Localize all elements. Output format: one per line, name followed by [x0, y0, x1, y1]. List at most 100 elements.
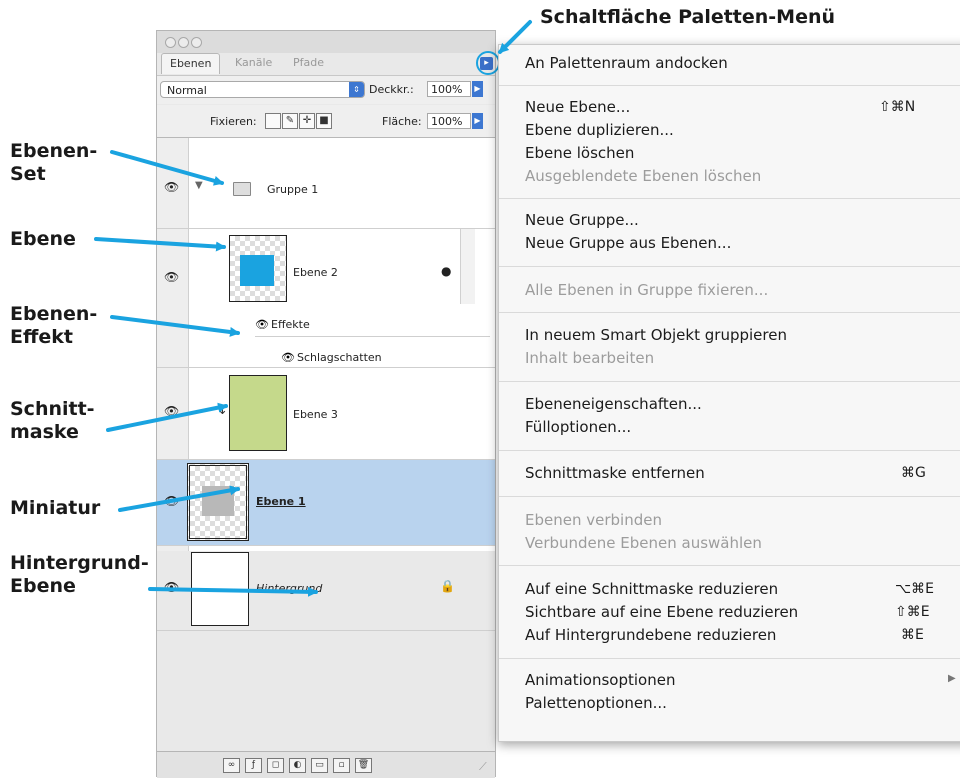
layer-thumbnail-ebene-2 [229, 235, 287, 302]
lock-all-icon[interactable]: ■ [316, 113, 332, 129]
eye-icon[interactable]: 👁 [164, 494, 179, 508]
annotation-layer-set: Ebenen- Set [10, 140, 98, 185]
menu-item-merge-visible[interactable]: Sichtbare auf eine Ebene reduzieren [525, 603, 798, 621]
menu-item-merge-clipping-mask[interactable]: Auf eine Schnittmaske reduzieren [525, 580, 778, 598]
lock-position-move-icon[interactable]: ✛ [299, 113, 315, 129]
folder-icon [233, 182, 251, 196]
menu-item-new-group-from-layers[interactable]: Neue Gruppe aus Ebenen... [525, 234, 731, 252]
fill-arrow-icon[interactable]: ▶ [472, 113, 483, 129]
eye-icon[interactable]: 👁 [164, 270, 179, 284]
close-window-button[interactable] [165, 37, 176, 48]
lock-label: Fixieren: [210, 115, 257, 128]
add-mask-icon[interactable]: ◻ [267, 758, 284, 773]
layer-name-hintergrund: Hintergrund [256, 582, 323, 595]
eye-icon[interactable]: 👁 [255, 318, 269, 331]
tab-ebenen[interactable]: Ebenen [161, 53, 221, 74]
effect-name-schlagschatten: Schlagschatten [297, 351, 382, 364]
adjustment-layer-icon[interactable]: ◐ [289, 758, 306, 773]
chevron-updown-icon: ⇕ [349, 82, 364, 97]
layer-name-gruppe-1: Gruppe 1 [267, 183, 319, 196]
menu-item-blending-options[interactable]: Fülloptionen... [525, 418, 631, 436]
new-layer-icon[interactable]: ▫ [333, 758, 350, 773]
palette-titlebar [157, 31, 495, 53]
opacity-label: Deckkr.: [369, 83, 414, 96]
menu-item-delete-hidden: Ausgeblendete Ebenen löschen [525, 167, 762, 185]
resize-grip-icon[interactable]: ⟋ [479, 760, 487, 774]
menu-item-flatten-image[interactable]: Auf Hintergrundebene reduzieren [525, 626, 776, 644]
fx-effects-icon[interactable]: ● [441, 264, 451, 278]
eye-icon[interactable]: 👁 [281, 351, 295, 364]
eye-icon[interactable]: 👁 [164, 404, 179, 418]
shortcut-merge-clipping-mask: ⌥⌘E [895, 581, 934, 597]
blend-opacity-row: Normal ⇕ Deckkr.: 100% ▶ [157, 75, 495, 104]
shortcut-merge-visible: ⇧⌘E [895, 604, 930, 620]
tab-pfade[interactable]: Pfade [285, 53, 332, 73]
annotation-thumbnail: Miniatur [10, 497, 101, 519]
layer-thumbnail-ebene-1 [187, 463, 249, 541]
layers-palette: Ebenen Kanäle Pfade ▸ Normal ⇕ Deckkr.: … [156, 30, 496, 778]
disclosure-triangle-icon[interactable]: ▼ [195, 180, 203, 191]
menu-item-link-layers: Ebenen verbinden [525, 511, 662, 529]
lock-icon: 🔒 [440, 579, 455, 593]
lock-transparency-icon[interactable] [265, 113, 281, 129]
menu-item-animation-options[interactable]: Animationsoptionen [525, 671, 675, 689]
layer-row-hintergrund[interactable]: 👁 Hintergrund 🔒 [157, 546, 495, 631]
trash-icon[interactable]: 🗑 [355, 758, 372, 773]
menu-item-new-layer[interactable]: Neue Ebene... [525, 98, 630, 116]
menu-item-layer-properties[interactable]: Ebeneneigenschaften... [525, 395, 702, 413]
layer-row-gruppe-1[interactable]: 👁 ▼ Gruppe 1 [157, 138, 495, 229]
link-layers-icon[interactable]: ∞ [223, 758, 240, 773]
palette-menu-highlight-ring [476, 51, 500, 75]
menu-item-delete-layer[interactable]: Ebene löschen [525, 144, 634, 162]
palette-bottom-toolbar: ∞ ƒ ◻ ◐ ▭ ▫ 🗑 ⟋ [157, 751, 495, 778]
menu-item-palette-options[interactable]: Palettenoptionen... [525, 694, 667, 712]
fill-field[interactable]: 100% [427, 113, 471, 129]
gray-square [202, 486, 234, 516]
annotation-layer-effect: Ebenen- Effekt [10, 303, 98, 348]
submenu-arrow-icon: ▶ [948, 673, 956, 684]
layer-row-ebene-3[interactable]: 👁 ↓ Ebene 3 [157, 368, 495, 460]
blend-mode-select[interactable]: Normal ⇕ [160, 81, 365, 98]
annotation-clipping-mask: Schnitt- maske [10, 398, 95, 443]
menu-item-duplicate-layer[interactable]: Ebene duplizieren... [525, 121, 674, 139]
new-group-folder-icon[interactable]: ▭ [311, 758, 328, 773]
tab-kanaele[interactable]: Kanäle [227, 53, 280, 73]
zoom-window-button[interactable] [191, 37, 202, 48]
layer-thumbnail-ebene-3 [229, 375, 287, 451]
opacity-arrow-icon[interactable]: ▶ [472, 81, 483, 97]
minimize-window-button[interactable] [178, 37, 189, 48]
effects-label: Effekte [271, 318, 310, 331]
annotation-background-layer: Hintergrund- Ebene [10, 552, 149, 597]
fill-label: Fläche: [382, 115, 422, 128]
layer-name-ebene-3: Ebene 3 [293, 408, 338, 421]
shortcut-release-clipping-mask: ⌘G [901, 465, 926, 481]
lock-fill-row: Fixieren: ✎ ✛ ■ Fläche: 100% ▶ [157, 105, 495, 138]
layer-row-ebene-1[interactable]: 👁 Ebene 1 [157, 460, 495, 546]
menu-item-lock-all-in-group: Alle Ebenen in Gruppe fixieren... [525, 281, 769, 299]
palette-menu: An Palettenraum andocken Neue Ebene... ⇧… [498, 44, 960, 742]
eye-icon[interactable]: 👁 [164, 180, 179, 194]
layer-row-ebene-2[interactable]: 👁 Ebene 2 ● 👁 Effekte [157, 229, 495, 349]
menu-item-dock[interactable]: An Palettenraum andocken [525, 54, 728, 72]
menu-item-release-clipping-mask[interactable]: Schnittmaske entfernen [525, 464, 705, 482]
opacity-field[interactable]: 100% [427, 81, 471, 97]
shortcut-flatten-image: ⌘E [901, 627, 924, 643]
clipping-arrow-icon: ↓ [217, 403, 228, 418]
layer-thumbnail-hintergrund [191, 552, 249, 626]
cyan-square [240, 255, 274, 286]
eye-icon[interactable]: 👁 [164, 580, 179, 594]
menu-item-select-linked: Verbundene Ebenen auswählen [525, 534, 762, 552]
layer-name-ebene-1: Ebene 1 [256, 495, 306, 508]
shortcut-new-layer: ⇧⌘N [879, 99, 916, 115]
lock-image-brush-icon[interactable]: ✎ [282, 113, 298, 129]
blend-mode-value: Normal [167, 84, 207, 97]
effect-row-schlagschatten[interactable]: 👁 Schlagschatten [157, 349, 495, 368]
menu-item-new-group[interactable]: Neue Gruppe... [525, 211, 639, 229]
layers-list: 👁 ▼ Gruppe 1 👁 Ebene 2 ● 👁 Effekte 👁 Sch… [157, 138, 495, 631]
layer-name-ebene-2: Ebene 2 [293, 266, 338, 279]
layers-scrollbar[interactable] [460, 229, 475, 304]
annotation-layer: Ebene [10, 228, 76, 250]
annotation-palette-menu-button: Schaltfläche Paletten-Menü [540, 6, 836, 28]
menu-item-group-smart-object[interactable]: In neuem Smart Objekt gruppieren [525, 326, 787, 344]
add-style-fx-icon[interactable]: ƒ [245, 758, 262, 773]
